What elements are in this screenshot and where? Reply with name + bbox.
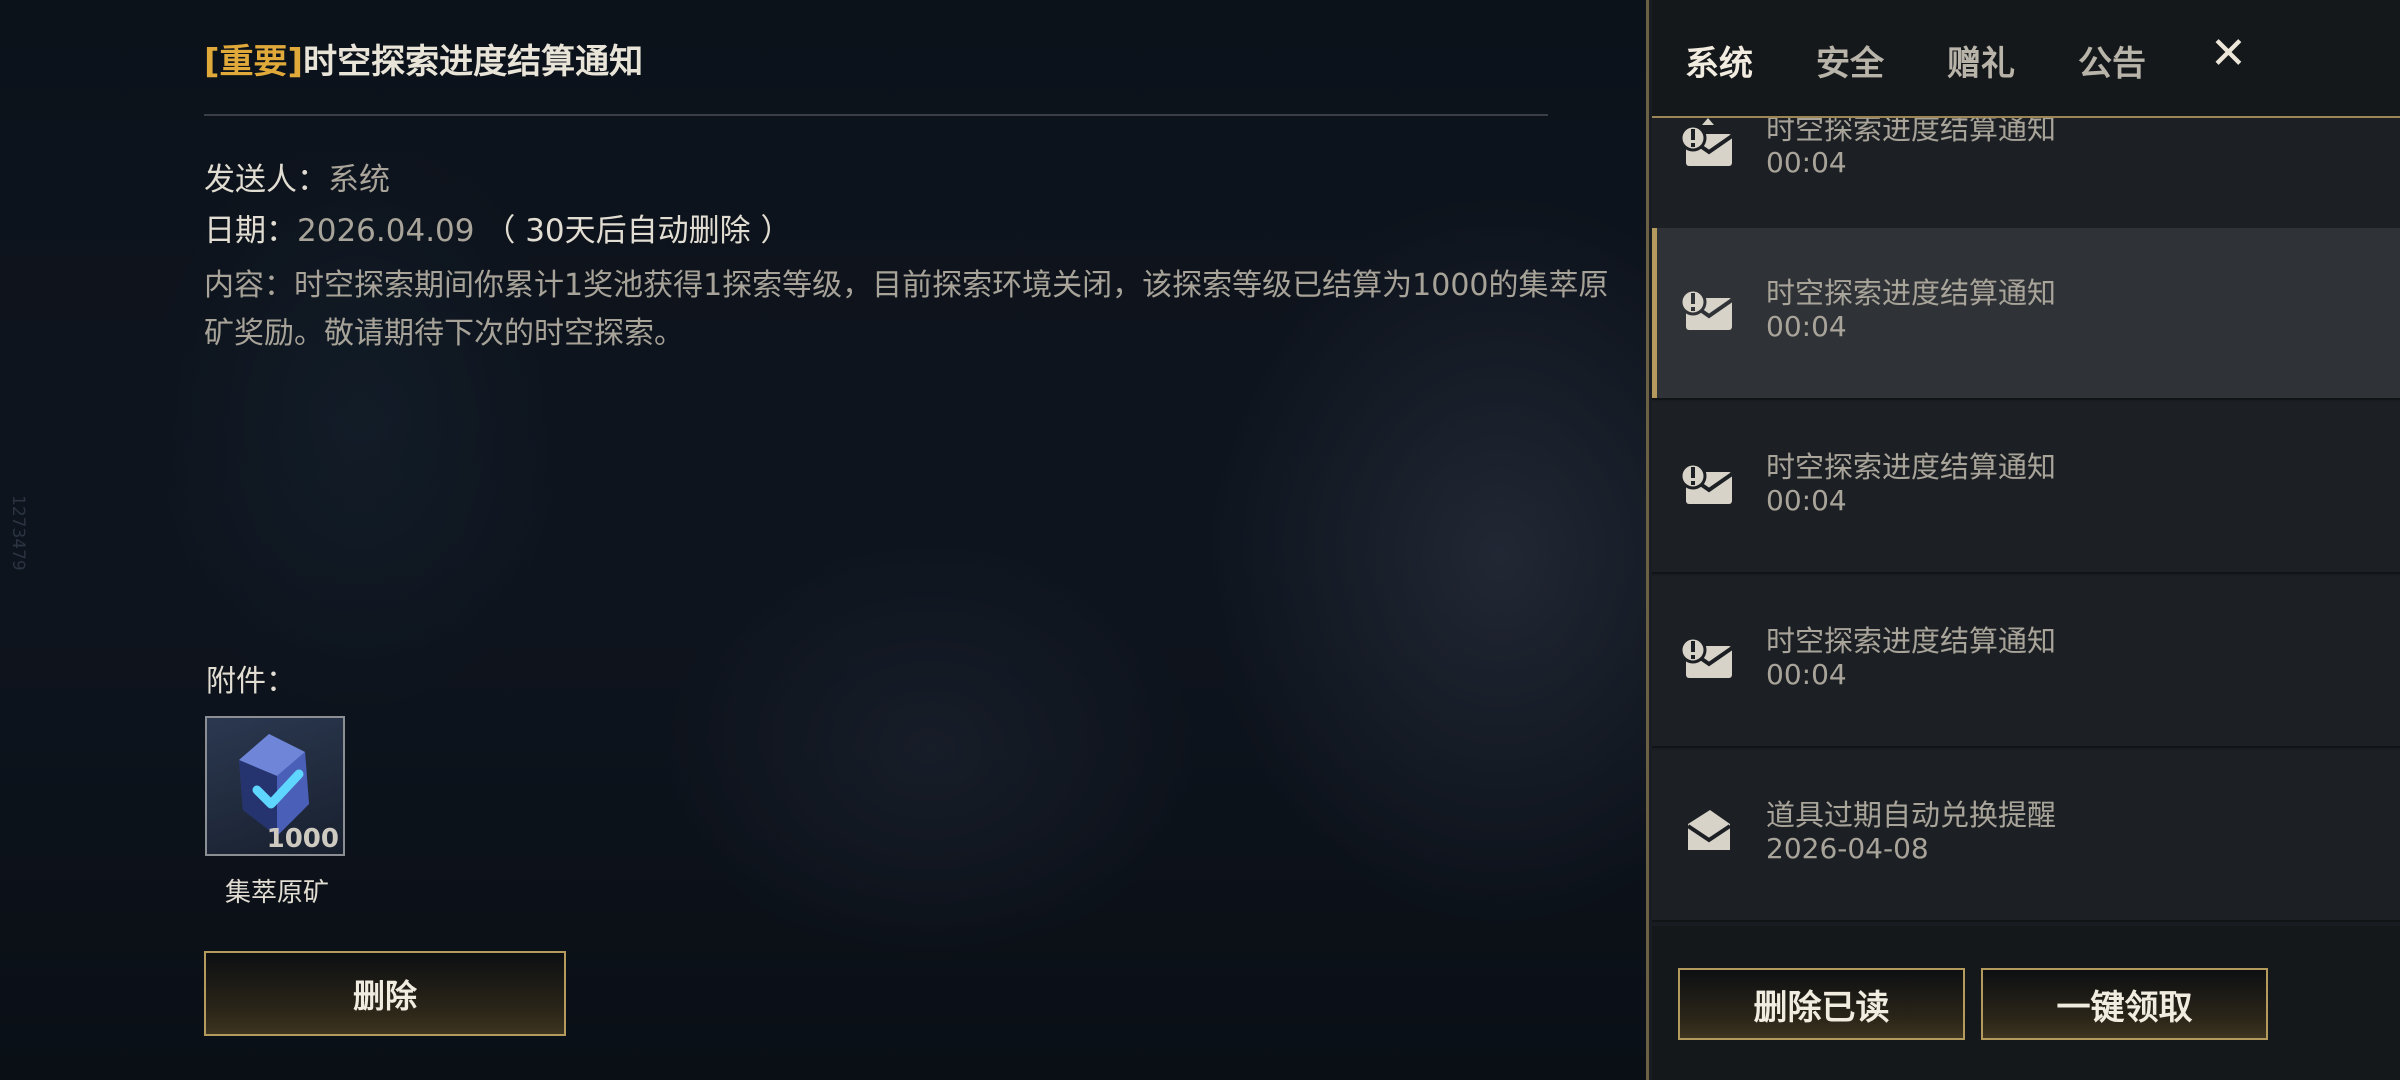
mail-item[interactable]: 时空探索进度结算通知 00:04 [1652,402,2400,574]
delete-read-button[interactable]: 删除已读 [1678,968,1965,1040]
read-mail-icon [1686,810,1732,850]
mail-item-title: 时空探索进度结算通知 [1766,276,2057,310]
mail-item-time: 00:04 [1766,146,1847,179]
mail-item-time: 2026-04-08 [1766,832,1929,865]
mail-item[interactable]: 时空探索进度结算通知 00:04 [1652,576,2400,748]
mail-title-text: 时空探索进度结算通知 [303,42,644,82]
mail-item-title: 道具过期自动兑换提醒 [1766,798,2057,832]
mail-item-time: 00:04 [1766,484,1847,517]
sender-label: 发送人： [204,162,328,198]
tab-security[interactable]: 安全 [1816,36,1884,85]
tab-bar [1652,0,2400,117]
auto-delete-note: （ 30天后自动删除 ） [484,213,792,249]
tab-gifts[interactable]: 赠礼 [1947,36,2015,85]
attachment-item[interactable]: 1000 [205,716,345,856]
attachment-label: 附件： [206,664,296,699]
date-label: 日期： [204,213,297,249]
mail-content: 内容：时空探索期间你累计1奖池获得1探索等级，目前探索环境关闭，该探索等级已结算… [204,268,1609,351]
tab-announcements[interactable]: 公告 [2078,36,2146,85]
sender-line: 发送人：系统 [204,154,390,199]
mail-item[interactable]: 时空探索进度结算通知 00:04 [1652,118,2400,236]
attachment-name: 集萃原矿 [224,878,329,908]
important-mail-icon [1679,288,1734,330]
delete-button[interactable]: 删除 [204,951,566,1036]
important-mail-icon [1679,636,1734,678]
mail-list[interactable]: 时空探索进度结算通知 00:04 时空探索进度结算通知 00:04 时空探索进度… [1652,118,2400,926]
sender-value: 系统 [328,162,390,198]
important-mail-icon [1679,118,1734,166]
attachment-quantity: 1000 [266,824,339,854]
important-tag: [重要] [204,42,304,82]
mail-item-time: 00:04 [1766,658,1847,691]
mail-item-title: 时空探索进度结算通知 [1766,624,2057,658]
close-icon[interactable]: ✕ [2210,32,2247,76]
important-mail-icon [1679,462,1734,504]
claim-all-button[interactable]: 一键领取 [1981,968,2268,1040]
mail-item[interactable]: 道具过期自动兑换提醒 2026-04-08 [1652,750,2400,922]
side-id-label: 1273479 [8,495,28,571]
mail-item-title: 时空探索进度结算通知 [1766,450,2057,484]
date-value: 2026.04.09 [297,213,475,249]
mail-item-title: 时空探索进度结算通知 [1766,118,2057,146]
date-line: 日期：2026.04.09 （ 30天后自动删除 ） [204,205,792,250]
mail-detail-title: [重要]时空探索进度结算通知 [204,34,643,83]
mail-item-selected[interactable]: 时空探索进度结算通知 00:04 [1652,228,2400,400]
tab-system[interactable]: 系统 [1685,36,1753,85]
mail-item-time: 00:04 [1766,310,1847,343]
panel-divider [1646,0,1649,1080]
title-divider [204,114,1548,116]
